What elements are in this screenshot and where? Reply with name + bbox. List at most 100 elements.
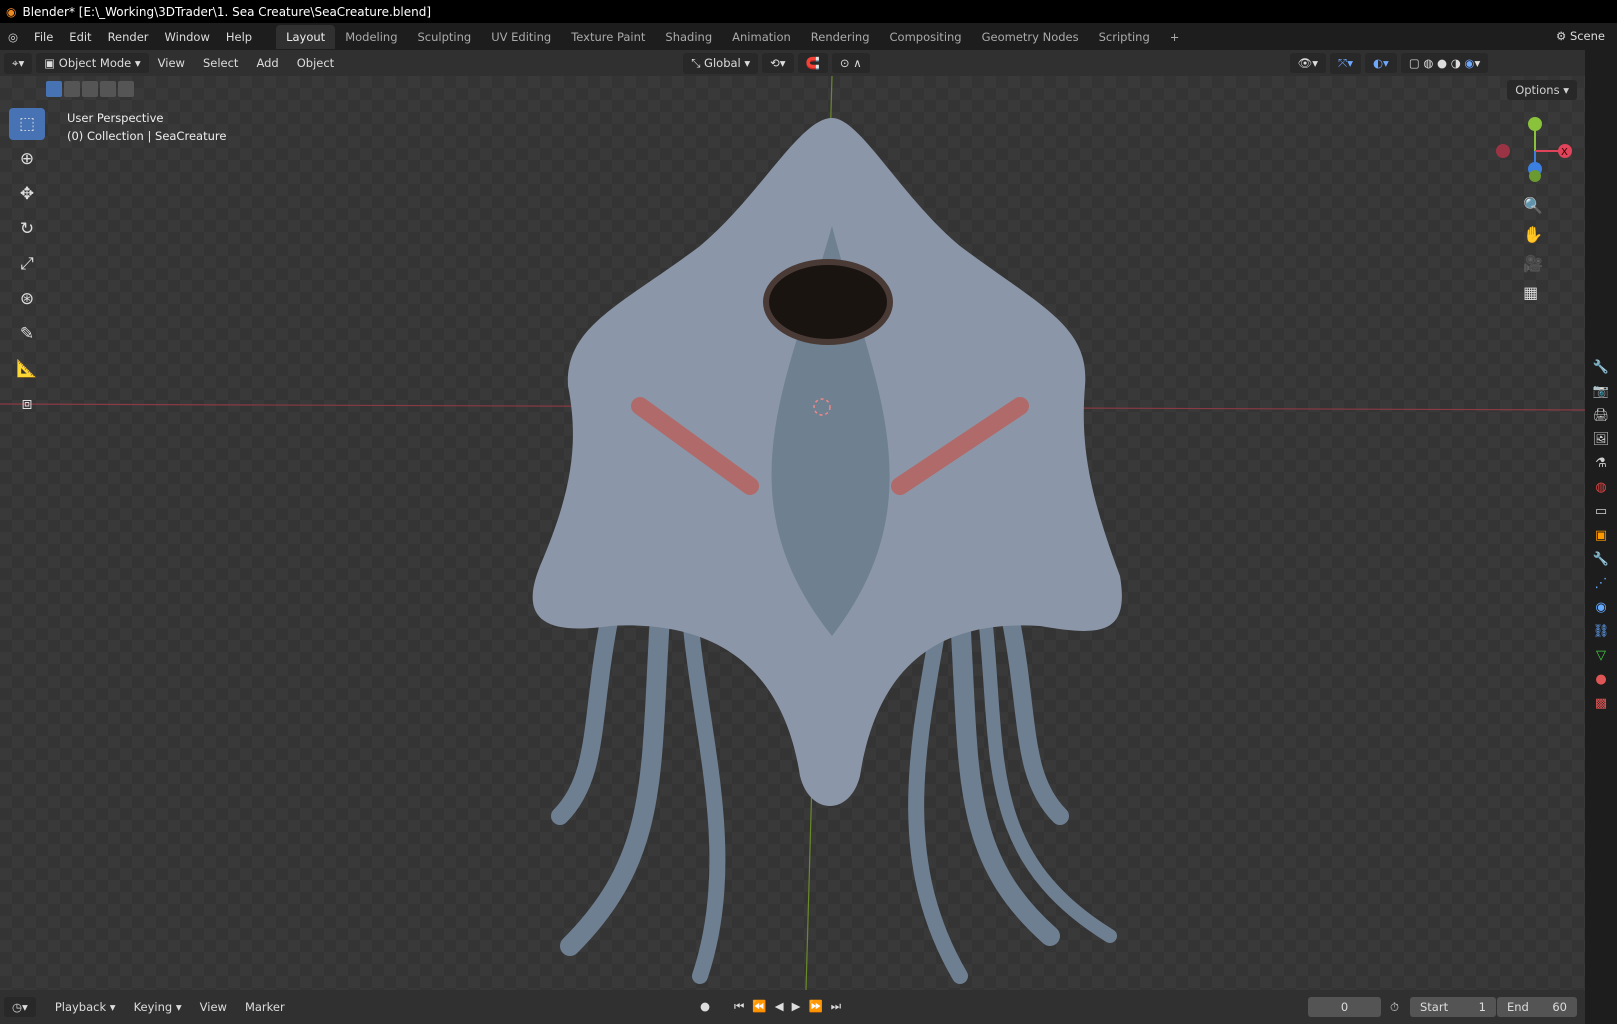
visibility-dropdown[interactable]: 👁▾ [1289,53,1327,73]
gizmo-x-label: X [1561,147,1568,158]
current-frame-field[interactable]: 0 [1308,997,1381,1017]
menu-view[interactable]: View [149,56,194,70]
tab-sculpting[interactable]: Sculpting [408,25,482,49]
orientation-dropdown[interactable]: ⤡ Global ▾ [683,52,759,74]
pan-hand-icon[interactable]: ✋ [1523,225,1543,244]
tab-animation[interactable]: Animation [722,25,801,49]
menu-timeline-view[interactable]: View [191,1000,236,1014]
transform-tool[interactable]: ⊛ [9,283,45,315]
orientation-label: Global [704,55,741,70]
jump-end-icon[interactable]: ⏭ [831,999,841,1014]
tab-geometry-nodes[interactable]: Geometry Nodes [972,25,1089,49]
collection-label: (0) Collection | SeaCreature [67,129,227,143]
add-cube-tool[interactable]: ⧈ [9,388,45,420]
perspective-label: User Perspective [67,111,164,125]
scene-label: Scene [1569,29,1605,43]
object-icon[interactable]: ▣ [1595,528,1607,543]
particles-icon[interactable]: ⋰ [1595,576,1608,591]
overlay-toggle[interactable]: ◐▾ [1365,53,1397,73]
menu-marker[interactable]: Marker [236,1000,294,1014]
tool-icon[interactable]: 🔧 [1593,360,1609,375]
zoom-icon[interactable]: 🔍 [1523,196,1543,215]
start-frame-field[interactable]: Start 1 [1410,997,1496,1017]
play-icon[interactable]: ▶ [792,999,801,1014]
shading-modes[interactable]: ▢ ◍ ● ◑ ◉▾ [1400,53,1489,73]
camera-icon[interactable]: 🎥 [1523,254,1543,273]
jump-start-icon[interactable]: ⏮ [734,999,744,1014]
prev-keyframe-icon[interactable]: ⏪ [752,999,766,1014]
viewport-header: ⌖▾ ▣ Object Mode ▾ View Select Add Objec… [0,50,1585,76]
menu-help[interactable]: Help [218,30,260,44]
start-value: 1 [1478,1000,1486,1014]
rotate-tool[interactable]: ↻ [9,213,45,245]
data-icon[interactable]: ▽ [1596,648,1606,663]
view-layer-icon[interactable]: 🖼 [1593,432,1610,447]
scene-selector[interactable]: ⚙ Scene [1551,29,1609,43]
orientation-icon: ⤡ [691,55,705,70]
workspace-tabs: Layout Modeling Sculpting UV Editing Tex… [276,24,1190,49]
grid-perspective-icon[interactable]: ▦ [1523,283,1543,302]
proportional-edit-toggle[interactable]: ⊙ ∧ [831,53,870,73]
output-icon[interactable]: 🖨 [1593,408,1610,423]
tab-rendering[interactable]: Rendering [801,25,880,49]
tab-uv-editing[interactable]: UV Editing [481,25,561,49]
timeline-editor-type[interactable]: ◷▾ [4,997,36,1017]
navigation-gizmo: X [1496,117,1572,182]
tab-modeling[interactable]: Modeling [335,25,407,49]
snap-toggle[interactable]: 🧲 [797,53,828,73]
editor-type-button[interactable]: ⌖▾ [4,52,33,74]
object-mode-icon: ▣ [44,56,59,70]
cursor-tool[interactable]: ⊕ [9,143,45,175]
select-box-tool[interactable]: ⬚ [9,108,45,140]
play-reverse-icon[interactable]: ◀ [775,999,784,1014]
tab-texture-paint[interactable]: Texture Paint [561,25,655,49]
blender-menu-icon[interactable]: ◎ [0,30,26,44]
top-menu-bar: ◎ File Edit Render Window Help Layout Mo… [0,23,1617,50]
pivot-dropdown[interactable]: ⟲▾ [762,53,794,73]
playback-label: Playback [54,1000,107,1014]
toolbar: ⬚ ⊕ ✥ ↻ ⤢ ⊛ ✎ 📐 ⧈ [9,108,47,423]
menu-render[interactable]: Render [100,30,157,44]
menu-add[interactable]: Add [247,56,287,70]
menu-edit[interactable]: Edit [61,30,99,44]
tab-layout[interactable]: Layout [276,24,336,49]
annotate-tool[interactable]: ✎ [9,318,45,350]
tab-shading[interactable]: Shading [655,25,722,49]
menu-file[interactable]: File [26,30,61,44]
tab-compositing[interactable]: Compositing [880,25,972,49]
navigation-buttons: 🔍 ✋ 🎥 ▦ [1523,196,1543,302]
record-icon[interactable]: ● [700,999,710,1014]
modifier-icon[interactable]: 🔧 [1593,552,1609,567]
physics-icon[interactable]: ◉ [1595,600,1606,615]
scene-icon: ⚙ [1555,29,1570,43]
mode-dropdown[interactable]: ▣ Object Mode ▾ [36,53,149,73]
scale-tool[interactable]: ⤢ [9,248,45,280]
collection-icon[interactable]: ▭ [1595,504,1607,519]
start-label: Start [1420,1000,1449,1014]
world-icon[interactable]: ◍ [1595,480,1606,495]
3d-viewport[interactable]: Options ▾ X ⬚ ⊕ ✥ ↻ ⤢ ⊛ ✎ 📐 ⧈ User Persp… [0,76,1585,990]
end-frame-field[interactable]: End 60 [1497,997,1577,1017]
add-workspace-button[interactable]: + [1160,25,1190,49]
menu-keying[interactable]: Keying ▾ [125,1000,191,1014]
constraints-icon[interactable]: ⛓ [1593,624,1610,639]
tab-scripting[interactable]: Scripting [1089,25,1160,49]
menu-window[interactable]: Window [157,30,218,44]
menu-object[interactable]: Object [288,56,343,70]
menu-select[interactable]: Select [194,56,247,70]
viewport-info: User Perspective (0) Collection | SeaCre… [67,109,226,145]
stopwatch-icon[interactable]: ⏱ [1390,1000,1399,1015]
menu-playback[interactable]: Playback ▾ [46,1000,125,1014]
timeline-header: ◷▾ Playback ▾ Keying ▾ View Marker ● ⏮ ⏪… [0,990,1585,1024]
material-icon[interactable]: ● [1595,672,1606,687]
end-label: End [1507,1000,1529,1014]
keying-label: Keying [133,1000,173,1014]
render-icon[interactable]: 📷 [1593,384,1609,399]
gizmo-toggle[interactable]: ⤧▾ [1330,52,1361,74]
measure-tool[interactable]: 📐 [9,353,45,385]
next-keyframe-icon[interactable]: ⏩ [808,999,822,1014]
scene-props-icon[interactable]: ⚗ [1595,456,1607,471]
window-title: Blender* [E:\_Working\3DTrader\1. Sea Cr… [22,4,432,19]
move-tool[interactable]: ✥ [9,178,45,210]
texture-icon[interactable]: ▩ [1595,696,1607,711]
